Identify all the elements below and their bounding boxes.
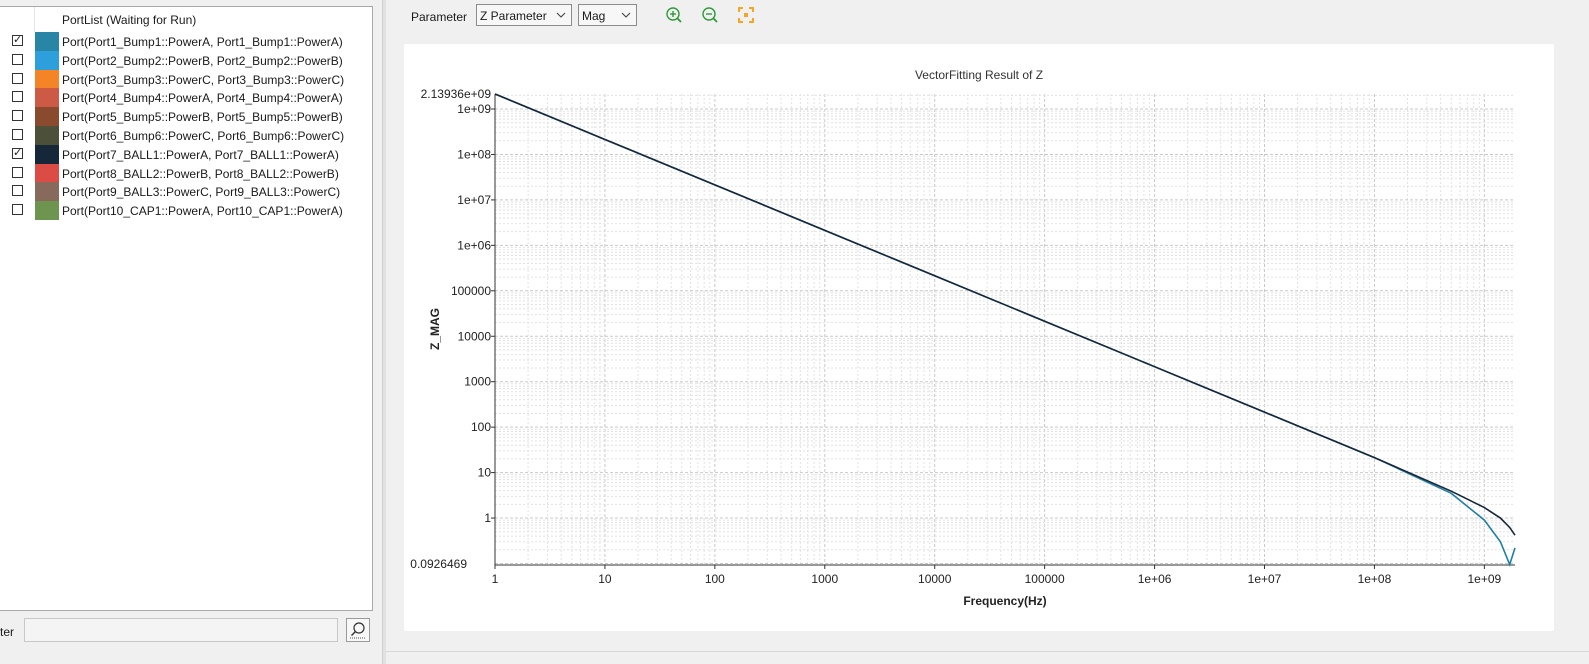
port-label: Port(Port8_BALL2::PowerB, Port8_BALL2::P…	[62, 166, 339, 181]
port-row[interactable]: ✓ Port(Port1_Bump1::PowerA, Port1_Bump1::…	[0, 32, 372, 51]
port-label: Port(Port3_Bump3::PowerC, Port3_Bump3::P…	[62, 72, 345, 87]
y-tick-label: 100000	[451, 284, 491, 298]
format-select[interactable]: Mag	[578, 4, 637, 26]
y-tick-label: 1e+08	[457, 147, 491, 161]
filter-search-button[interactable]	[346, 618, 370, 642]
port-label: Port(Port6_Bump6::PowerC, Port6_Bump6::P…	[62, 129, 345, 143]
x-tick-label: 1e+08	[1358, 572, 1392, 586]
port-color-swatch	[35, 144, 59, 164]
parameter-label: Parameter	[411, 10, 468, 24]
filter-label: ter	[0, 625, 15, 639]
port-checkbox[interactable]	[12, 110, 23, 122]
port-row[interactable]: Port(Port2_Bump2::PowerB, Port2_Bump2::P…	[0, 50, 372, 70]
x-tick-label: 1e+06	[1138, 572, 1172, 586]
zoom-out-icon[interactable]	[701, 6, 719, 24]
port-color-swatch	[35, 32, 59, 51]
chevron-down-icon	[556, 12, 566, 18]
port-row[interactable]: Port(Port6_Bump6::PowerC, Port6_Bump6::P…	[0, 126, 372, 145]
parameter-select-value: Z Parameter	[480, 9, 547, 23]
y-tick-label: 1000	[464, 375, 491, 389]
y-tick-label: 10000	[458, 329, 492, 343]
port-row[interactable]: Port(Port3_Bump3::PowerC, Port3_Bump3::P…	[0, 69, 372, 89]
port-color-swatch	[35, 126, 59, 145]
port-label: Port(Port5_Bump5::PowerB, Port5_Bump5::P…	[62, 110, 343, 125]
chart-title: VectorFitting Result of Z	[915, 68, 1043, 82]
x-tick-label: 100	[705, 572, 725, 586]
y-tick-label: 1e+07	[457, 193, 491, 207]
port-checkbox[interactable]	[12, 129, 23, 140]
y-tick-label: 1	[484, 511, 491, 525]
y-axis-title: Z_MAG	[428, 308, 442, 350]
y-tick-label: 1e+09	[457, 102, 491, 116]
port-color-swatch	[35, 107, 59, 127]
port-list-title: PortList (Waiting for Run)	[62, 13, 197, 27]
port-panel: PortList (Waiting for Run) ✓ Port(Port1_B…	[0, 0, 385, 664]
header-separator	[34, 7, 35, 32]
chevron-down-icon	[621, 12, 631, 18]
port-row[interactable]: Port(Port8_BALL2::PowerB, Port8_BALL2::P…	[0, 163, 372, 183]
port-checkbox[interactable]	[12, 53, 23, 65]
port-label: Port(Port9_BALL3::PowerC, Port9_BALL3::P…	[62, 185, 341, 200]
parameter-select[interactable]: Z Parameter	[476, 4, 572, 26]
port-label: Port(Port7_BALL1::PowerA, Port7_BALL1::P…	[62, 147, 339, 162]
x-tick-label: 1e+07	[1248, 572, 1282, 586]
y-tick-label: 100	[471, 420, 491, 434]
port-list-header: PortList (Waiting for Run)	[0, 7, 372, 32]
port-checkbox[interactable]	[12, 72, 23, 84]
y-min-label: 0.0926469	[410, 557, 467, 571]
port-row[interactable]: ✓ Port(Port7_BALL1::PowerA, Port7_BALL1::…	[0, 144, 372, 164]
port-checkbox[interactable]: ✓	[12, 147, 23, 159]
y-tick-label: 10	[478, 466, 492, 480]
port-row[interactable]: Port(Port10_CAP1::PowerA, Port10_CAP1::P…	[0, 201, 372, 221]
port-checkbox[interactable]	[12, 91, 23, 103]
format-select-value: Mag	[582, 9, 606, 23]
port-color-swatch	[35, 182, 59, 202]
port-color-swatch	[35, 88, 59, 108]
x-tick-label: 10000	[918, 572, 952, 586]
x-tick-label: 1000	[811, 572, 838, 586]
x-axis-title: Frequency(Hz)	[963, 594, 1046, 608]
zoom-in-icon[interactable]	[665, 6, 683, 24]
filter-input[interactable]	[24, 618, 338, 642]
port-checkbox[interactable]	[12, 204, 23, 216]
y-max-label: 2.13936e+09	[421, 87, 492, 101]
port-label: Port(Port2_Bump2::PowerB, Port2_Bump2::P…	[62, 53, 343, 68]
port-list: PortList (Waiting for Run) ✓ Port(Port1_B…	[0, 6, 373, 611]
x-tick-label: 1e+09	[1468, 572, 1502, 586]
chart-card: VectorFitting Result of Z 1 10 100 1000 1000…	[404, 44, 1554, 631]
bottom-divider	[385, 651, 1589, 652]
port-checkbox[interactable]	[12, 185, 23, 197]
port-label: Port(Port10_CAP1::PowerA, Port10_CAP1::P…	[62, 204, 343, 219]
port-label: Port(Port1_Bump1::PowerA, Port1_Bump1::P…	[62, 35, 343, 49]
y-tick-label: 1e+06	[457, 238, 491, 252]
port-checkbox[interactable]	[12, 166, 23, 178]
port-checkbox[interactable]: ✓	[12, 35, 23, 46]
port-row[interactable]: Port(Port9_BALL3::PowerC, Port9_BALL3::P…	[0, 182, 372, 202]
port-row[interactable]: Port(Port5_Bump5::PowerB, Port5_Bump5::P…	[0, 107, 372, 127]
search-icon	[350, 622, 366, 639]
port-color-swatch	[35, 201, 59, 221]
fit-view-icon[interactable]	[737, 6, 755, 24]
x-tick-label: 10	[598, 572, 612, 586]
port-row[interactable]: Port(Port4_Bump4::PowerA, Port4_Bump4::P…	[0, 88, 372, 108]
panel-splitter[interactable]	[382, 0, 386, 664]
x-tick-label: 100000	[1025, 572, 1065, 586]
port-color-swatch	[35, 69, 59, 89]
x-tick-label: 1	[492, 572, 499, 586]
z-parameter-chart[interactable]: VectorFitting Result of Z 1 10 100 1000 1000…	[404, 44, 1554, 631]
port-label: Port(Port4_Bump4::PowerA, Port4_Bump4::P…	[62, 91, 343, 106]
port-color-swatch	[35, 163, 59, 183]
port-color-swatch	[35, 50, 59, 70]
